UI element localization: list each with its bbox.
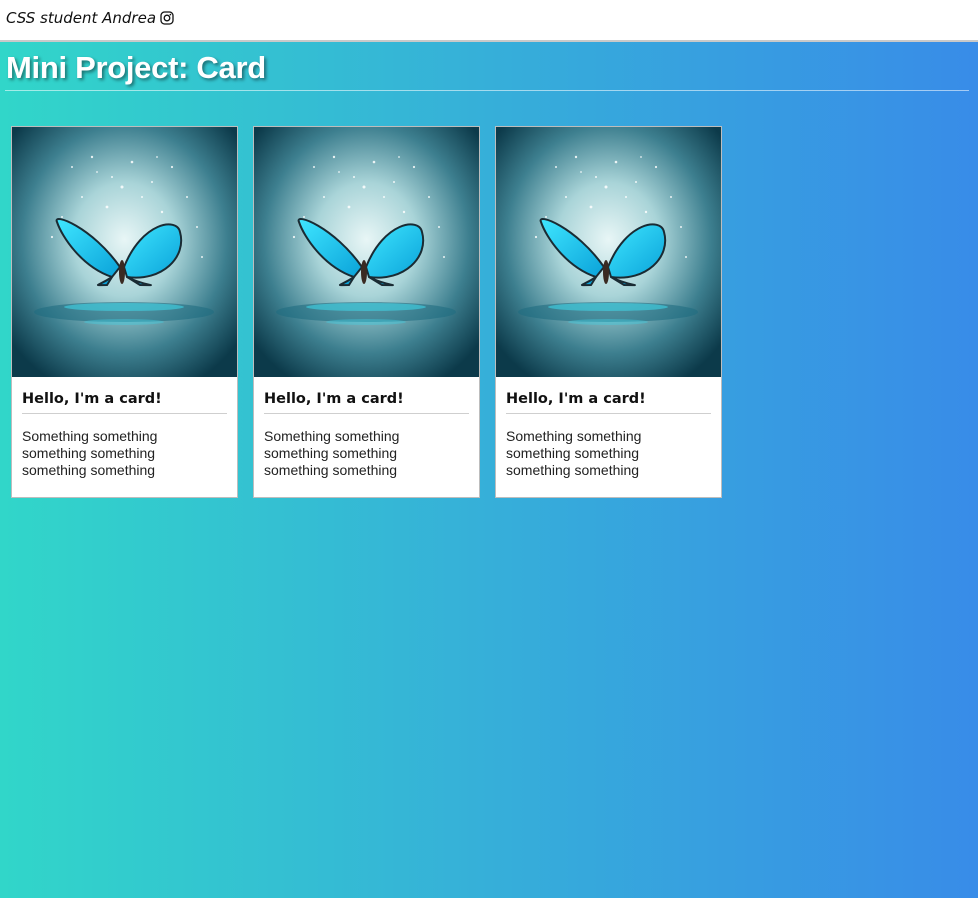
card-text: Something something something something … — [264, 428, 400, 478]
butterfly-image — [12, 127, 237, 377]
title-divider — [5, 90, 969, 91]
butterfly-image — [496, 127, 721, 377]
card-title: Hello, I'm a card! — [264, 391, 469, 414]
card: Hello, I'm a card! Something something s… — [495, 126, 722, 498]
card: Hello, I'm a card! Something something s… — [11, 126, 238, 498]
butterfly-image — [254, 127, 479, 377]
author-credit: CSS student Andrea — [6, 9, 174, 27]
instagram-icon[interactable] — [160, 11, 174, 25]
card: Hello, I'm a card! Something something s… — [253, 126, 480, 498]
top-bar: CSS student Andrea — [0, 0, 978, 42]
page-title: Mini Project: Card — [6, 50, 266, 85]
card-list: Hello, I'm a card! Something something s… — [11, 126, 722, 498]
card-title: Hello, I'm a card! — [506, 391, 711, 414]
author-label: CSS student Andrea — [6, 9, 157, 27]
card-title: Hello, I'm a card! — [22, 391, 227, 414]
card-text: Something something something something … — [506, 428, 642, 478]
card-text: Something something something something … — [22, 428, 158, 478]
